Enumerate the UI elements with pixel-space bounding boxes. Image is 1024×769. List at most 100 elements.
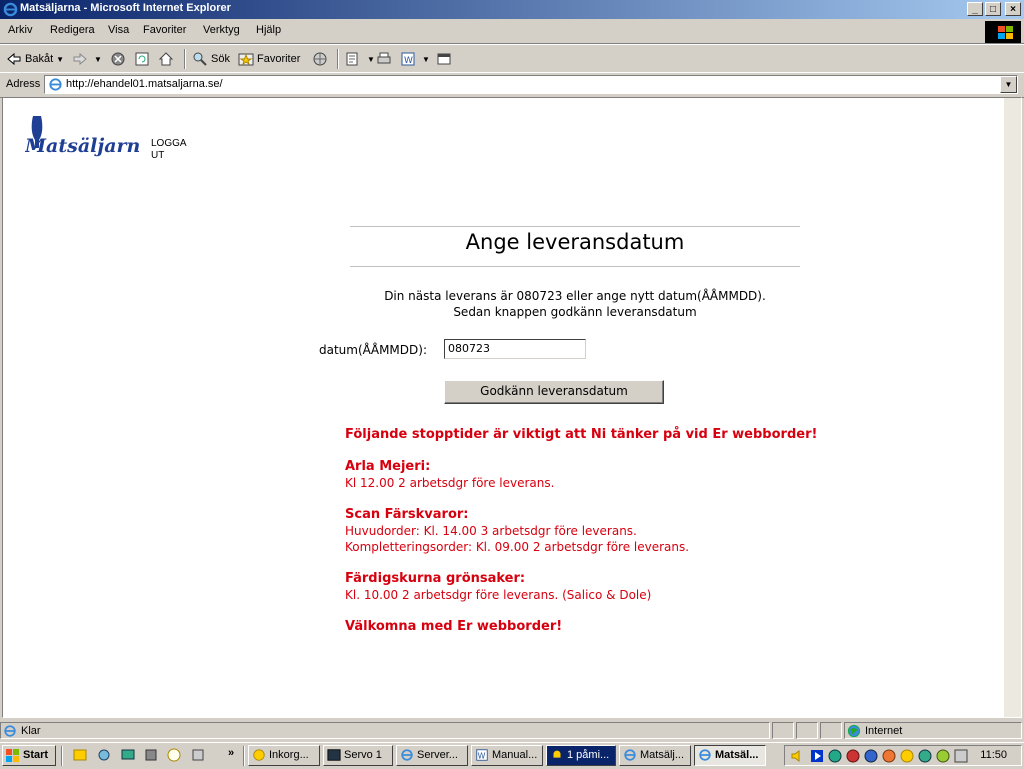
quicklaunch-outlook-icon[interactable] [72, 747, 88, 763]
history-button[interactable]: ▼ [345, 49, 375, 69]
quicklaunch-settings-icon[interactable] [190, 747, 206, 763]
menu-favoriter[interactable]: Favoriter [143, 24, 186, 36]
date-input[interactable]: 080723 [444, 339, 586, 359]
task-servo[interactable]: Servo 1 [323, 745, 393, 766]
search-label: Sök [211, 53, 230, 65]
logout-link[interactable]: LOGGA UT [151, 138, 191, 162]
print-button[interactable] [376, 49, 395, 69]
search-button[interactable]: Sök [192, 49, 230, 69]
start-button[interactable]: Start [2, 745, 56, 766]
ie-icon [3, 2, 18, 17]
internet-globe-icon [847, 724, 861, 738]
discuss-button[interactable] [436, 49, 455, 69]
quicklaunch-desktop-icon[interactable] [120, 747, 136, 763]
media-globe-icon [313, 52, 327, 66]
home-button[interactable] [158, 49, 177, 69]
windows-logo-icon [985, 21, 1021, 43]
delivery-info: Din nästa leverans är 080723 eller ange … [350, 288, 800, 320]
start-label: Start [23, 749, 49, 761]
tray-globe-icon[interactable] [827, 748, 843, 764]
vegetables-title: Färdigskurna grönsaker: [345, 571, 526, 586]
svg-text:W: W [404, 56, 413, 66]
menu-arkiv[interactable]: Arkiv [8, 24, 32, 36]
menu-visa[interactable]: Visa [108, 24, 129, 36]
favorites-label: Favoriter [257, 53, 301, 65]
quicklaunch-app-icon[interactable] [143, 747, 159, 763]
info-line-2: Sedan knappen godkänn leveransdatum [453, 305, 697, 319]
window-title: Matsäljarna - Microsoft Internet Explore… [20, 2, 231, 14]
quicklaunch-clock-icon[interactable] [166, 747, 182, 763]
word-icon: W [401, 52, 415, 66]
page-title: Ange leveransdatum [465, 230, 685, 254]
task-inkorg[interactable]: Inkorg... [248, 745, 320, 766]
back-button[interactable]: Bakåt ▼ [6, 49, 64, 69]
back-arrow-icon [7, 52, 21, 66]
arla-line: Kl 12.00 2 arbetsdgr före leverans. [345, 476, 555, 490]
word-icon: W [476, 749, 488, 761]
menu-hjalp[interactable]: Hjälp [256, 24, 281, 36]
task-matsaljarna-active[interactable]: Matsäl... [694, 745, 766, 766]
address-label: Adress [6, 78, 41, 90]
printer-icon [377, 52, 391, 64]
back-label: Bakåt [25, 53, 54, 65]
favorites-button[interactable]: Favoriter [238, 49, 300, 69]
menu-verktyg[interactable]: Verktyg [203, 24, 240, 36]
window-titlebar[interactable]: Matsäljarna - Microsoft Internet Explore… [0, 0, 1024, 19]
quicklaunch-network-icon[interactable] [96, 747, 112, 763]
maximize-button[interactable]: □ [985, 2, 1001, 16]
clock[interactable]: 11:50 [980, 749, 1007, 761]
svg-text:Matsäljarna: Matsäljarna [25, 135, 141, 157]
tray-media-icon[interactable] [809, 748, 825, 764]
back-dropdown-icon[interactable]: ▼ [56, 55, 64, 64]
vertical-scrollbar[interactable] [1004, 98, 1021, 717]
address-dropdown-icon[interactable]: ▼ [1000, 76, 1017, 93]
address-bar: Adress http://ehandel01.matsaljarna.se/ … [0, 72, 1024, 98]
task-reminder[interactable]: 1 påmi... [546, 745, 616, 766]
tray-messenger-icon[interactable] [899, 748, 915, 764]
history-icon [346, 52, 358, 66]
task-matsaljarna-1[interactable]: Matsälj... [619, 745, 691, 766]
media-button[interactable] [312, 49, 331, 69]
approve-date-button[interactable]: Godkänn leveransdatum [444, 380, 664, 404]
notice-intro: Följande stopptider är viktigt att Ni tä… [345, 427, 818, 442]
forward-button[interactable]: ▼ [72, 49, 102, 69]
task-label: Servo 1 [344, 749, 382, 761]
vegetables-line: Kl. 10.00 2 arbetsdgr före leverans. (Sa… [345, 588, 652, 602]
address-input[interactable]: http://ehandel01.matsaljarna.se/ ▼ [44, 75, 1018, 94]
toolbar-separator [337, 49, 339, 69]
terminal-icon [327, 749, 341, 761]
task-manual[interactable]: W Manual... [471, 745, 543, 766]
tray-antivirus-icon[interactable] [881, 748, 897, 764]
search-icon [193, 52, 207, 66]
address-url: http://ehandel01.matsaljarna.se/ [66, 78, 223, 90]
logout-label: LOGGA UT [151, 138, 187, 161]
minimize-button[interactable]: _ [967, 2, 983, 16]
notice-outro: Välkomna med Er webborder! [345, 619, 563, 634]
ie-icon [624, 749, 636, 761]
ie-icon [401, 749, 413, 761]
arla-title: Arla Mejeri: [345, 459, 431, 474]
tray-sync-icon[interactable] [935, 748, 951, 764]
close-button[interactable]: × [1005, 2, 1021, 16]
task-label: Manual... [492, 749, 538, 761]
tray-volume-icon[interactable] [789, 748, 805, 764]
status-main: Klar [0, 722, 770, 739]
task-server[interactable]: Server... [396, 745, 468, 766]
tray-security-icon[interactable] [845, 748, 861, 764]
edit-word-button[interactable]: W ▼ [400, 49, 430, 69]
menu-redigera[interactable]: Redigera [50, 24, 95, 36]
taskbar-separator [61, 746, 63, 766]
edit-dropdown-icon[interactable]: ▼ [422, 55, 430, 64]
stop-button[interactable] [110, 49, 129, 69]
tray-update-icon[interactable] [953, 748, 969, 764]
tray-app-icon[interactable] [917, 748, 933, 764]
forward-dropdown-icon[interactable]: ▼ [94, 55, 102, 64]
toolbar: Bakåt ▼ ▼ Sök Favoriter ▼ W ▼ [0, 44, 1024, 73]
task-label: Matsäl... [715, 749, 759, 761]
history-dropdown-icon[interactable]: ▼ [367, 55, 375, 64]
quicklaunch-more[interactable]: » [228, 747, 234, 759]
stop-times-notice: Följande stopptider är viktigt att Ni tä… [345, 427, 825, 635]
refresh-button[interactable] [134, 49, 153, 69]
tray-network-icon[interactable] [863, 748, 879, 764]
matsaljarna-logo[interactable]: Matsäljarna [25, 112, 141, 160]
